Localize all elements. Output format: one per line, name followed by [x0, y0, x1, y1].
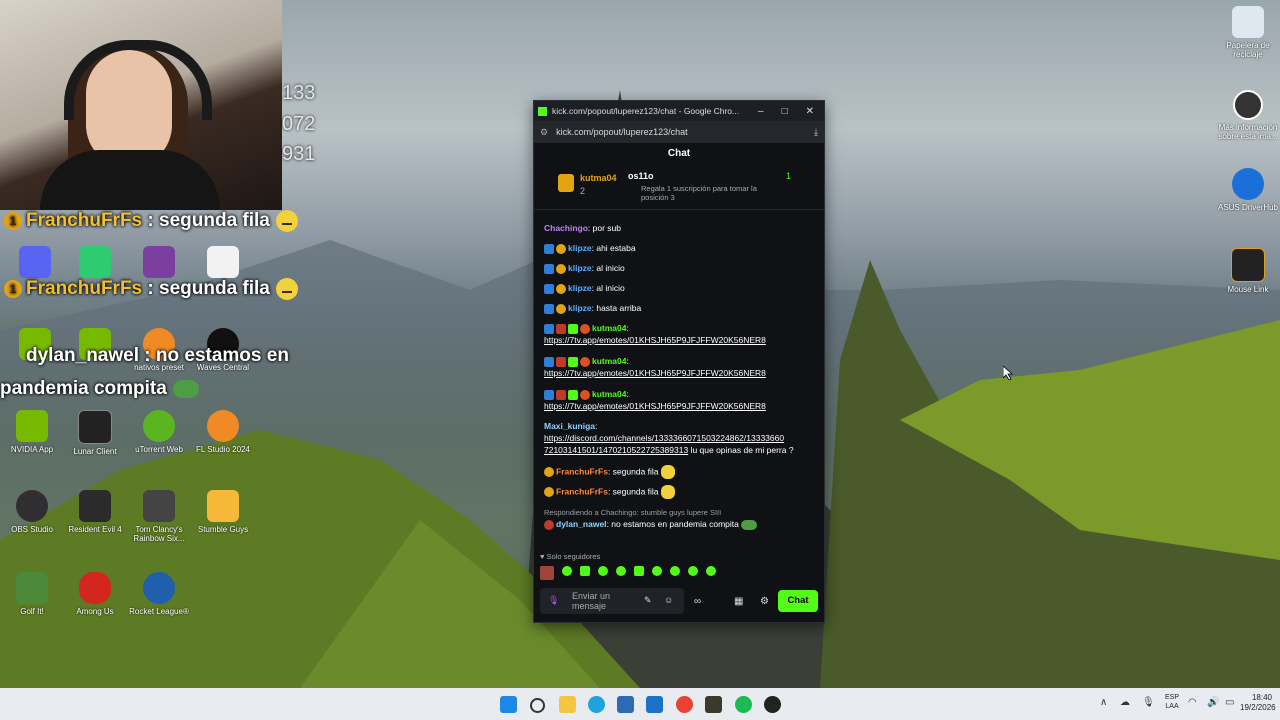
leader-username: kutma04 — [580, 173, 617, 183]
emote-link[interactable]: https://7tv.app/emotes/01KHSJH65P9JFJFFW… — [544, 401, 766, 411]
emote-link[interactable]: https://7tv.app/emotes/01KHSJH65P9JFJFFW… — [544, 368, 766, 378]
chat-footer: ♥ Solo seguidores 🎙 Enviar un mensaje ✎ … — [534, 552, 824, 622]
followers-only-label: ♥ Solo seguidores — [540, 552, 601, 561]
file-explorer-icon[interactable] — [559, 696, 576, 713]
chrome-icon[interactable] — [676, 696, 693, 713]
chat-message: klipze: ahi estaba — [544, 242, 814, 254]
recycle-bin-icon[interactable]: Papelera de reciclaje — [1213, 6, 1280, 59]
kick-logo-icon — [538, 106, 547, 116]
microphone-tray-icon[interactable]: 🎙 — [1142, 697, 1155, 708]
maximize-button[interactable]: □ — [782, 106, 788, 117]
download-icon[interactable]: ⤓ — [814, 127, 818, 138]
window-title: kick.com/popout/luperez123/chat - Google… — [552, 106, 740, 116]
stumble-guys-icon[interactable]: Stumble Guys — [188, 490, 258, 534]
network-tray-icon[interactable]: ☁ — [1120, 697, 1130, 708]
asus-driverhub-icon[interactable]: ASUS DriverHub — [1213, 168, 1280, 212]
chat-messages: Chachingo: por sub klipze: ahi estaba kl… — [534, 210, 824, 540]
neutral-face-emote-icon — [275, 278, 298, 300]
minecraft-icon[interactable] — [705, 696, 722, 713]
overlay-chat-message: pandemia compita — [0, 378, 199, 400]
chat-message: FranchuFrFs: segunda fila — [544, 465, 814, 479]
second-username: os11o — [628, 171, 654, 181]
url-text[interactable]: kick.com/popout/luperez123/chat — [556, 127, 688, 137]
chat-send-button[interactable]: Chat — [778, 590, 818, 612]
message-placeholder: Enviar un mensaje — [572, 591, 611, 611]
discord-link[interactable]: https://discord.com/channels/13333660715… — [544, 433, 784, 443]
chat-message: klipze: hasta arriba — [544, 302, 814, 314]
taskbar: ∧ ☁ 🎙 ESP LAA ◠ 🔊 ▭ 18:40 19/2/2026 — [0, 688, 1280, 720]
emote-bar[interactable] — [540, 566, 720, 580]
outlook-icon[interactable] — [646, 696, 663, 713]
overlay-chat-message: 1 FranchuFrFs : segunda fila — [4, 210, 298, 232]
resident-evil-4-icon[interactable]: Resident Evil 4 — [60, 490, 130, 534]
fl-studio-icon[interactable]: FL Studio 2024 — [188, 410, 258, 454]
frog-emote-icon — [172, 379, 199, 398]
emoji-icon[interactable]: ☺ — [664, 595, 673, 605]
language-indicator[interactable]: ESP LAA — [1165, 693, 1179, 711]
overlay-number: 931 — [282, 143, 316, 165]
overlay-number: 133 — [282, 82, 316, 104]
points-icon[interactable]: ∞ — [694, 596, 701, 607]
golf-it-icon[interactable]: Golf It! — [0, 572, 67, 616]
rainbow-six-icon[interactable]: Tom Clancy's Rainbow Six... — [124, 490, 194, 543]
game-desktop-icon[interactable] — [60, 246, 130, 281]
site-info-icon[interactable]: ⚙ — [540, 127, 548, 138]
chat-message: Chachingo: por sub — [544, 223, 621, 233]
info-icon[interactable]: Más información sobre esta ima... — [1213, 90, 1280, 141]
translate-icon[interactable]: ✎ — [644, 595, 652, 606]
overlay-chat-message: dylan_nawel : no estamos en — [26, 345, 289, 366]
lunar-client-icon[interactable]: Lunar Client — [60, 410, 130, 456]
chat-message: klipze: al inicio — [544, 262, 814, 274]
browser-chat-window: kick.com/popout/luperez123/chat - Google… — [533, 100, 825, 623]
leader-count: 2 — [580, 186, 586, 196]
clock[interactable]: 18:40 19/2/2026 — [1240, 693, 1276, 713]
overlay-chat-message: 1 FranchuFrFs : segunda fila — [4, 278, 298, 300]
chat-header: Chat — [667, 148, 691, 159]
overlay-number: 072 — [282, 113, 316, 135]
chat-message: dylan_nawel: no estamos en pandemia comp… — [544, 518, 814, 530]
volume-icon[interactable]: 🔊 — [1207, 697, 1219, 708]
gift-leaderboard: kutma04 2 os11o Regala 1 suscripción par… — [534, 165, 824, 210]
file-desktop-icon[interactable] — [188, 246, 258, 281]
winrar-desktop-icon[interactable] — [124, 246, 194, 281]
close-button[interactable]: ✕ — [806, 106, 814, 117]
chat-message: FranchuFrFs: segunda fila — [544, 485, 814, 499]
chat-message: Maxi_kuniga: https://discord.com/channels… — [544, 421, 794, 455]
edge-icon[interactable] — [588, 696, 605, 713]
utorrent-web-icon[interactable]: uTorrent Web — [124, 410, 194, 454]
mouse-link-icon[interactable]: Mouse Link — [1213, 248, 1280, 294]
microphone-icon[interactable]: 🎙 — [548, 595, 559, 606]
chat-message: kutma04: https://7tv.app/emotes/01KHSJH65… — [544, 323, 766, 345]
chevron-up-icon[interactable]: ∧ — [1100, 697, 1107, 708]
chat-message: kutma04: https://7tv.app/emotes/01KHSJH65… — [544, 389, 766, 411]
webcam-overlay — [0, 0, 282, 210]
first-place-badge-icon — [558, 174, 574, 192]
search-icon[interactable] — [530, 698, 545, 713]
start-icon[interactable] — [500, 696, 517, 713]
neutral-face-emote-icon — [275, 210, 298, 232]
wifi-icon[interactable]: ◠ — [1188, 697, 1197, 708]
minimize-button[interactable]: – — [758, 106, 764, 117]
obs-taskbar-icon[interactable] — [764, 696, 781, 713]
chat-message: klipze: al inicio — [544, 282, 814, 294]
emote-link[interactable]: https://7tv.app/emotes/01KHSJH65P9JFJFFW… — [544, 335, 766, 345]
mouse-cursor-icon — [1003, 366, 1013, 380]
nvidia-app-icon[interactable]: NVIDIA App — [0, 410, 67, 454]
obs-studio-icon[interactable]: OBS Studio — [0, 490, 67, 534]
settings-icon[interactable]: ⚙ — [760, 596, 769, 607]
chat-message: kutma04: https://7tv.app/emotes/01KHSJH65… — [544, 356, 766, 378]
store-icon[interactable] — [617, 696, 634, 713]
rocket-league-icon[interactable]: Rocket League® — [124, 572, 194, 616]
window-titlebar: kick.com/popout/luperez123/chat - Google… — [534, 101, 824, 121]
battery-icon[interactable]: ▭ — [1225, 697, 1234, 708]
gift-note: Regala 1 suscripción para tomar la posic… — [641, 184, 757, 202]
discord-link[interactable]: 72103141501/1470210522725389313 — [544, 445, 688, 455]
gift-icon[interactable]: ▦ — [734, 596, 743, 607]
second-count: 1 — [786, 171, 792, 181]
among-us-icon[interactable]: Among Us — [60, 572, 130, 616]
message-input[interactable]: 🎙 Enviar un mensaje ✎ ☺ — [540, 588, 684, 614]
spotify-icon[interactable] — [735, 696, 752, 713]
address-bar[interactable]: ⚙ kick.com/popout/luperez123/chat ⤓ — [534, 121, 824, 143]
